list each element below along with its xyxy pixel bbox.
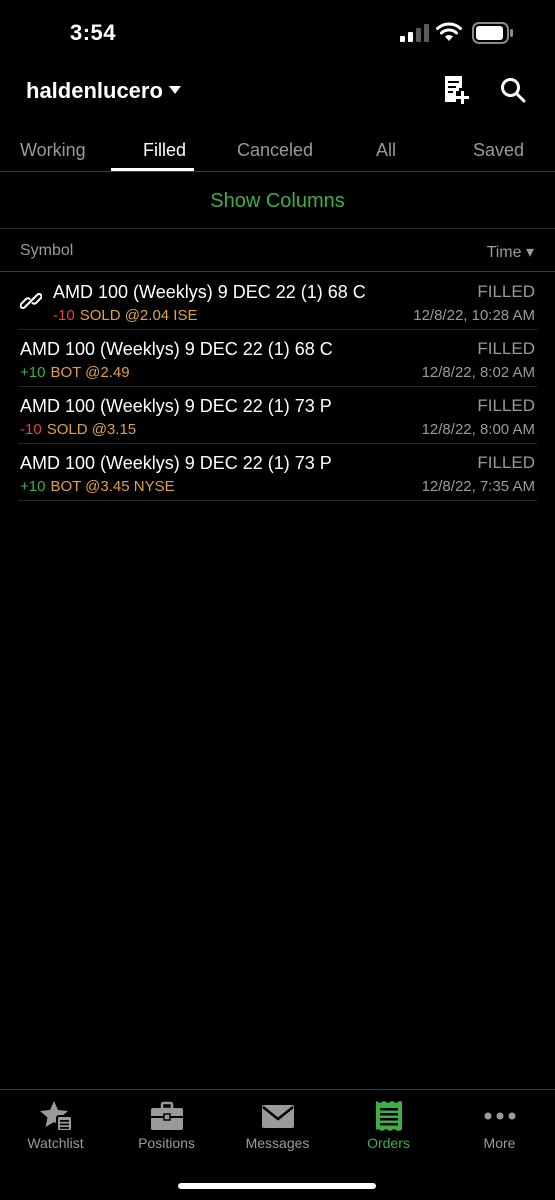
order-status: FILLED: [477, 339, 535, 358]
battery-icon: [472, 22, 513, 44]
briefcase-icon: [151, 1101, 183, 1130]
order-fill-price: BOT @2.49: [50, 364, 130, 381]
envelope-icon: [262, 1105, 294, 1128]
order-quantity: -10: [20, 421, 42, 438]
more-dots-icon: [484, 1112, 516, 1120]
order-time: 12/8/22, 8:00 AM: [421, 421, 535, 438]
order-status: FILLED: [477, 282, 535, 301]
status-bar: 3:54: [0, 0, 555, 66]
active-tab-indicator: [111, 168, 194, 171]
order-fill: -10 SOLD @2.04 ISE: [53, 307, 197, 324]
order-fill-price: SOLD @3.15: [46, 421, 137, 438]
tab-saved[interactable]: Saved: [473, 140, 524, 161]
orders-receipt-icon: [376, 1101, 402, 1131]
order-quantity: +10: [20, 364, 46, 381]
order-fill: +10 BOT @3.45 NYSE: [20, 478, 175, 495]
status-time: 3:54: [70, 20, 117, 45]
account-selector[interactable]: haldenlucero: [26, 78, 163, 104]
order-status: FILLED: [477, 396, 535, 415]
order-description: AMD 100 (Weeklys) 9 DEC 22 (1) 73 P: [20, 396, 332, 416]
link-icon: [20, 293, 42, 309]
nav-orders[interactable]: Orders: [333, 1090, 444, 1160]
nav-positions[interactable]: Positions: [111, 1090, 222, 1160]
order-description: AMD 100 (Weeklys) 9 DEC 22 (1) 68 C: [53, 282, 366, 302]
watchlist-star-icon: [40, 1101, 73, 1132]
order-row[interactable]: AMD 100 (Weeklys) 9 DEC 22 (1) 73 P FILL…: [18, 444, 537, 501]
nav-label: Watchlist: [27, 1135, 84, 1151]
column-time-header[interactable]: Time ▾: [487, 242, 534, 262]
order-fill-price: BOT @3.45 NYSE: [50, 478, 175, 495]
column-header-row: Symbol Time ▾: [0, 230, 555, 272]
column-symbol-header[interactable]: Symbol: [20, 242, 73, 260]
tab-canceled[interactable]: Canceled: [237, 140, 313, 161]
orders-list: AMD 100 (Weeklys) 9 DEC 22 (1) 68 C FILL…: [0, 273, 555, 501]
app-header: haldenlucero: [0, 66, 555, 116]
nav-label: Positions: [138, 1135, 195, 1151]
order-time: 12/8/22, 7:35 AM: [421, 478, 535, 495]
tab-filled[interactable]: Filled: [143, 140, 186, 161]
order-description: AMD 100 (Weeklys) 9 DEC 22 (1) 68 C: [20, 339, 333, 359]
order-status: FILLED: [477, 453, 535, 472]
order-description: AMD 100 (Weeklys) 9 DEC 22 (1) 73 P: [20, 453, 332, 473]
nav-watchlist[interactable]: Watchlist: [0, 1090, 111, 1160]
wifi-icon: [436, 22, 462, 41]
caret-down-icon[interactable]: [168, 85, 182, 95]
order-quantity: +10: [20, 478, 46, 495]
nav-more[interactable]: More: [444, 1090, 555, 1160]
order-fill: +10 BOT @2.49: [20, 364, 130, 381]
order-time: 12/8/22, 8:02 AM: [421, 364, 535, 381]
cellular-signal-icon: [400, 24, 429, 42]
nav-label: More: [483, 1135, 516, 1151]
order-quantity: -10: [53, 307, 75, 324]
search-icon[interactable]: [500, 77, 526, 103]
new-order-icon[interactable]: [442, 75, 470, 105]
order-time: 12/8/22, 10:28 AM: [413, 307, 535, 324]
order-row[interactable]: AMD 100 (Weeklys) 9 DEC 22 (1) 73 P FILL…: [18, 387, 537, 444]
home-indicator[interactable]: [178, 1183, 376, 1189]
order-row[interactable]: AMD 100 (Weeklys) 9 DEC 22 (1) 68 C FILL…: [18, 330, 537, 387]
order-row[interactable]: AMD 100 (Weeklys) 9 DEC 22 (1) 68 C FILL…: [18, 273, 537, 330]
tab-working[interactable]: Working: [20, 140, 86, 161]
tab-all[interactable]: All: [376, 140, 396, 161]
show-columns-button[interactable]: Show Columns: [0, 173, 555, 229]
order-filter-tabs: Working Filled Canceled All Saved: [0, 132, 555, 172]
nav-label: Messages: [245, 1135, 310, 1151]
order-fill-price: SOLD @2.04 ISE: [79, 307, 198, 324]
nav-messages[interactable]: Messages: [222, 1090, 333, 1160]
nav-label: Orders: [367, 1135, 410, 1151]
order-fill: -10 SOLD @3.15: [20, 421, 136, 438]
